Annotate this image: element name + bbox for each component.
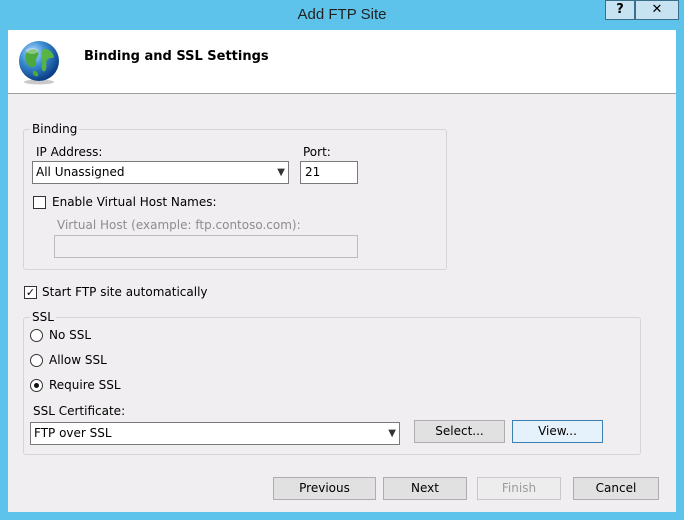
start-auto-checkbox[interactable]: ✓: [24, 286, 37, 299]
wizard-content: Binding IP Address: All Unassigned ▼ Por…: [8, 94, 676, 512]
finish-button[interactable]: Finish: [477, 477, 561, 500]
start-auto-label: Start FTP site automatically: [42, 285, 208, 299]
radio-selected-dot: [34, 383, 39, 388]
chevron-down-icon: ▼: [277, 167, 285, 178]
page-title: Binding and SSL Settings: [84, 49, 269, 64]
radio-require-ssl[interactable]: [30, 379, 43, 392]
previous-button[interactable]: Previous: [273, 477, 376, 500]
radio-no-ssl-label: No SSL: [49, 328, 92, 342]
port-label: Port:: [303, 145, 331, 159]
radio-allow-ssl[interactable]: [30, 354, 43, 367]
virtual-host-checkbox[interactable]: [33, 196, 46, 209]
ip-address-select[interactable]: All Unassigned ▼: [32, 161, 289, 184]
checkmark-icon: ✓: [25, 286, 36, 299]
virtual-host-checkbox-label: Enable Virtual Host Names:: [52, 195, 217, 209]
help-button[interactable]: ?: [605, 0, 635, 20]
radio-require-ssl-label: Require SSL: [49, 378, 121, 392]
port-value: 21: [305, 165, 321, 179]
cancel-button[interactable]: Cancel: [573, 477, 659, 500]
select-certificate-button[interactable]: Select...: [414, 420, 505, 443]
close-button[interactable]: ✕: [635, 0, 679, 20]
ssl-certificate-value: FTP over SSL: [34, 426, 112, 440]
dialog-window: Add FTP Site ? ✕ Binding and SSL Setting…: [0, 0, 684, 520]
ssl-certificate-select[interactable]: FTP over SSL ▼: [30, 422, 400, 445]
wizard-header: Binding and SSL Settings: [8, 30, 676, 94]
virtual-host-input[interactable]: [54, 235, 358, 258]
window-title: Add FTP Site: [297, 6, 387, 23]
radio-allow-ssl-label: Allow SSL: [49, 353, 107, 367]
port-input[interactable]: 21: [300, 161, 358, 184]
close-icon: ✕: [651, 2, 663, 17]
ssl-legend: SSL: [30, 310, 56, 324]
binding-legend: Binding: [30, 122, 80, 136]
next-button[interactable]: Next: [383, 477, 467, 500]
globe-icon: [19, 41, 59, 85]
chevron-down-icon: ▼: [388, 428, 396, 439]
view-certificate-button[interactable]: View...: [512, 420, 603, 443]
ip-address-label: IP Address:: [36, 145, 103, 159]
ip-address-value: All Unassigned: [36, 165, 125, 179]
radio-no-ssl[interactable]: [30, 329, 43, 342]
virtual-host-label: Virtual Host (example: ftp.contoso.com):: [57, 218, 301, 232]
ssl-certificate-label: SSL Certificate:: [33, 404, 126, 418]
